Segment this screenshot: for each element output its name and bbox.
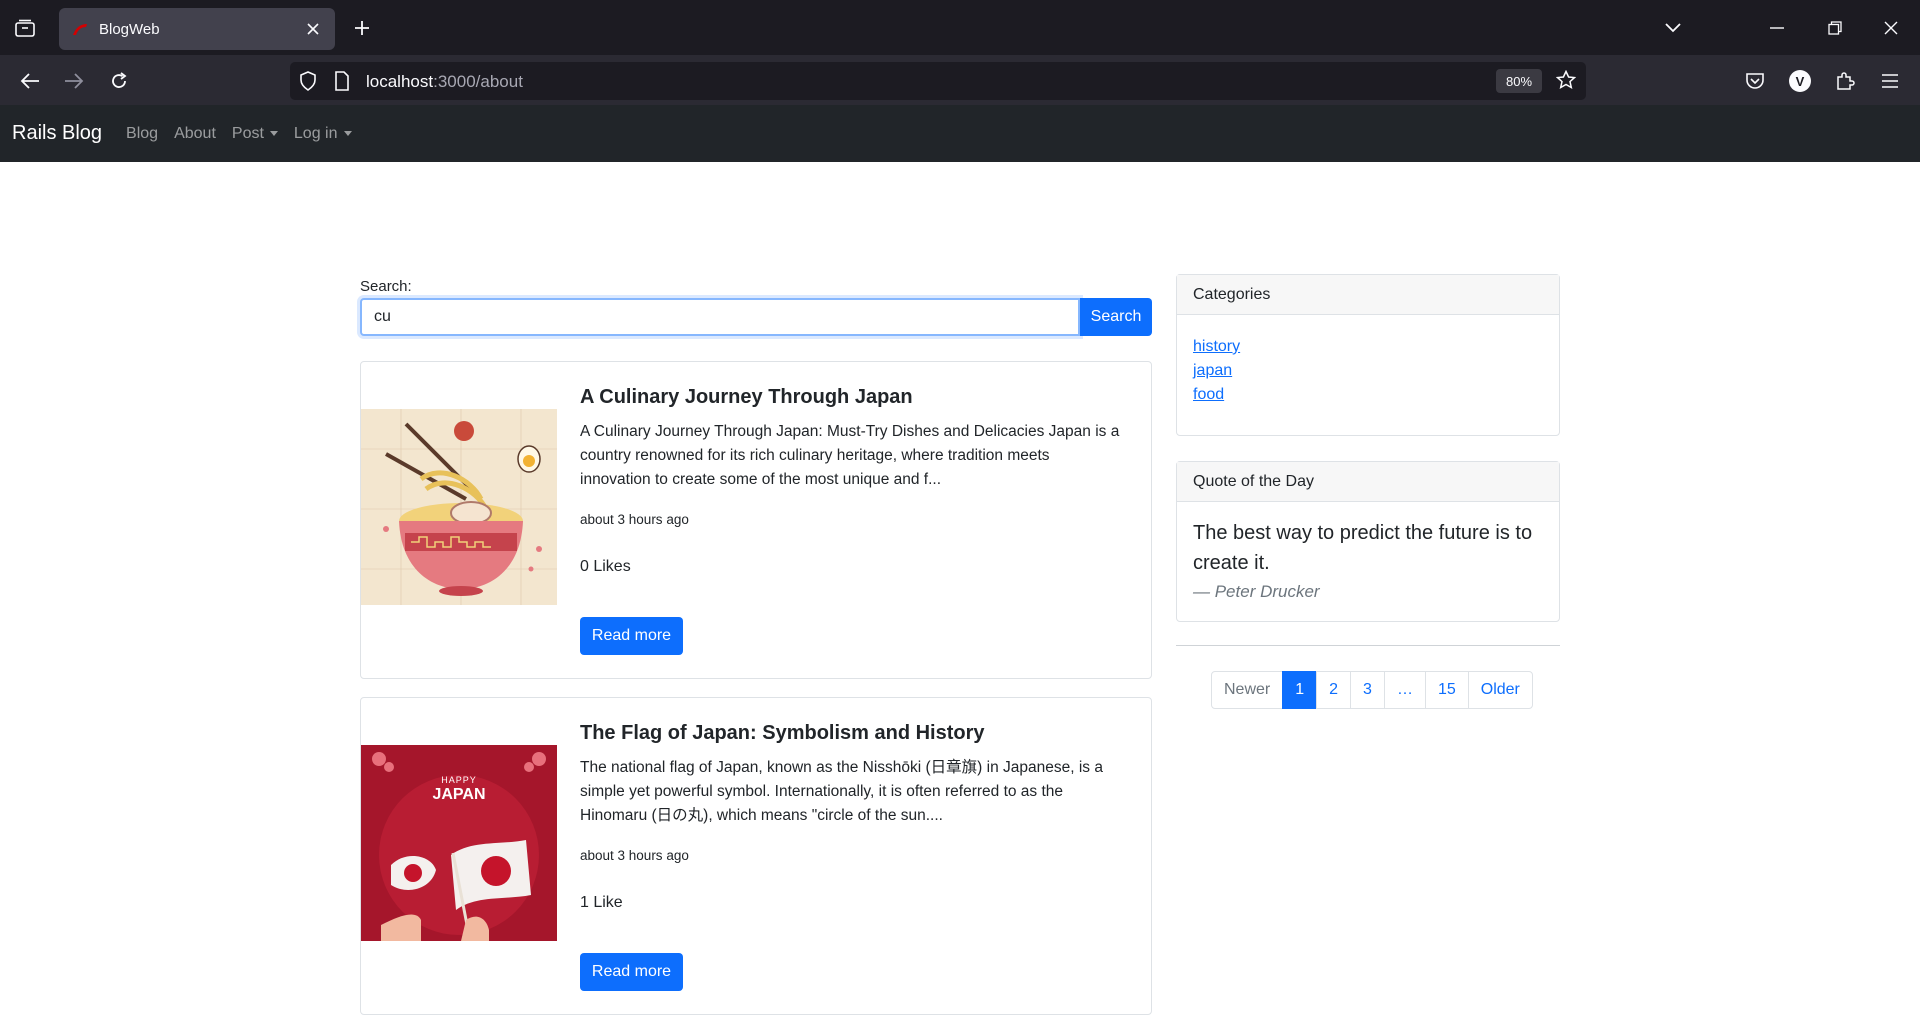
- nav-dropdown-post[interactable]: Post: [232, 125, 278, 143]
- minimize-icon[interactable]: [1763, 14, 1791, 42]
- category-link-history[interactable]: history: [1193, 338, 1240, 355]
- rails-favicon-icon: [71, 20, 89, 38]
- zoom-level-badge[interactable]: 80%: [1496, 69, 1542, 93]
- category-link-japan[interactable]: japan: [1193, 362, 1232, 379]
- extensions-icon[interactable]: [1830, 66, 1860, 96]
- close-window-icon[interactable]: [1877, 14, 1905, 42]
- post-likes-count: 1 Like: [580, 894, 623, 911]
- search-button[interactable]: Search: [1080, 298, 1152, 336]
- pagination-page-1[interactable]: 1: [1282, 671, 1318, 709]
- category-item: japan: [1193, 359, 1543, 383]
- shield-icon[interactable]: [299, 71, 317, 96]
- forward-icon[interactable]: [59, 66, 89, 96]
- pocket-icon[interactable]: [1740, 66, 1770, 96]
- tab-list-icon[interactable]: [10, 14, 40, 42]
- post-timestamp: about 3 hours ago: [580, 848, 689, 863]
- ramen-bowl-image: [361, 409, 557, 605]
- read-more-button[interactable]: Read more: [580, 953, 683, 991]
- post-title[interactable]: The Flag of Japan: Symbolism and History: [580, 722, 985, 745]
- categories-card: Categories history japan food: [1176, 274, 1560, 436]
- pagination-newer[interactable]: Newer: [1211, 671, 1284, 709]
- page-icon[interactable]: [334, 71, 350, 96]
- profile-avatar-icon[interactable]: V: [1785, 66, 1815, 96]
- japan-flag-image: HAPPY JAPAN: [361, 745, 557, 941]
- post-likes-count: 0 Likes: [580, 558, 631, 575]
- flag-image-caption-top: HAPPY: [441, 775, 477, 785]
- tab-title: BlogWeb: [99, 20, 160, 38]
- browser-toolbar: localhost:3000/about 80% V: [0, 55, 1920, 105]
- browser-tab[interactable]: BlogWeb: [59, 8, 335, 50]
- list-all-tabs-icon[interactable]: [1659, 14, 1687, 42]
- post-excerpt: The national flag of Japan, known as the…: [580, 759, 1103, 824]
- menu-icon[interactable]: [1875, 66, 1905, 96]
- profile-initial: V: [1789, 70, 1811, 92]
- browser-tab-bar: BlogWeb: [0, 0, 1920, 55]
- post-excerpt: A Culinary Journey Through Japan: Must-T…: [580, 423, 1120, 488]
- reload-icon[interactable]: [104, 66, 134, 96]
- pagination-page-15[interactable]: 15: [1424, 671, 1469, 709]
- caret-down-icon: [269, 131, 278, 136]
- post-title[interactable]: A Culinary Journey Through Japan: [580, 386, 913, 409]
- site-navbar: Rails Blog Blog About Post Log in: [0, 105, 1920, 162]
- post-card: HAPPY JAPAN The Flag of Japan: Symbolism…: [360, 697, 1152, 1015]
- post-timestamp: about 3 hours ago: [580, 512, 689, 527]
- search-input[interactable]: [360, 298, 1080, 336]
- caret-down-icon: [343, 131, 352, 136]
- pagination: Newer 1 2 3 … 15 Older: [1211, 671, 1533, 709]
- pagination-gap: …: [1383, 671, 1426, 709]
- post-card: A Culinary Journey Through Japan A Culin…: [360, 361, 1152, 679]
- url-host: localhost: [366, 72, 434, 91]
- category-list: history japan food: [1177, 315, 1559, 423]
- pagination-older[interactable]: Older: [1467, 671, 1533, 709]
- url-bar[interactable]: localhost:3000/about 80%: [290, 62, 1586, 100]
- read-more-button[interactable]: Read more: [580, 617, 683, 655]
- nav-post-label: Post: [231, 124, 264, 142]
- restore-icon[interactable]: [1821, 14, 1849, 42]
- nav-link-about[interactable]: About: [174, 125, 216, 143]
- url-path: :3000/about: [433, 72, 523, 91]
- search-label: Search:: [360, 278, 412, 295]
- new-tab-icon[interactable]: [348, 14, 376, 42]
- categories-header: Categories: [1177, 275, 1559, 315]
- nav-dropdown-login[interactable]: Log in: [294, 125, 352, 143]
- back-icon[interactable]: [15, 66, 45, 96]
- quote-author: — Peter Drucker: [1193, 582, 1320, 601]
- category-link-food[interactable]: food: [1193, 386, 1224, 403]
- pagination-page-2[interactable]: 2: [1316, 671, 1352, 709]
- quote-text: The best way to predict the future is to…: [1193, 522, 1533, 574]
- pagination-page-3[interactable]: 3: [1350, 671, 1385, 709]
- category-item: history: [1193, 335, 1543, 359]
- web-page: Rails Blog Blog About Post Log in Search…: [0, 105, 1920, 1022]
- site-brand[interactable]: Rails Blog: [12, 122, 102, 145]
- quote-card: Quote of the Day The best way to predict…: [1176, 461, 1560, 622]
- flag-image-caption-main: JAPAN: [432, 786, 486, 803]
- close-tab-icon[interactable]: [303, 19, 323, 39]
- bookmark-star-icon[interactable]: [1555, 69, 1577, 95]
- quote-body: The best way to predict the future is to…: [1177, 502, 1559, 616]
- nav-link-blog[interactable]: Blog: [126, 125, 158, 143]
- nav-login-label: Log in: [293, 124, 338, 142]
- sidebar-divider: [1176, 645, 1560, 646]
- quote-header: Quote of the Day: [1177, 462, 1559, 502]
- category-item: food: [1193, 383, 1543, 407]
- url-text: localhost:3000/about: [366, 72, 523, 92]
